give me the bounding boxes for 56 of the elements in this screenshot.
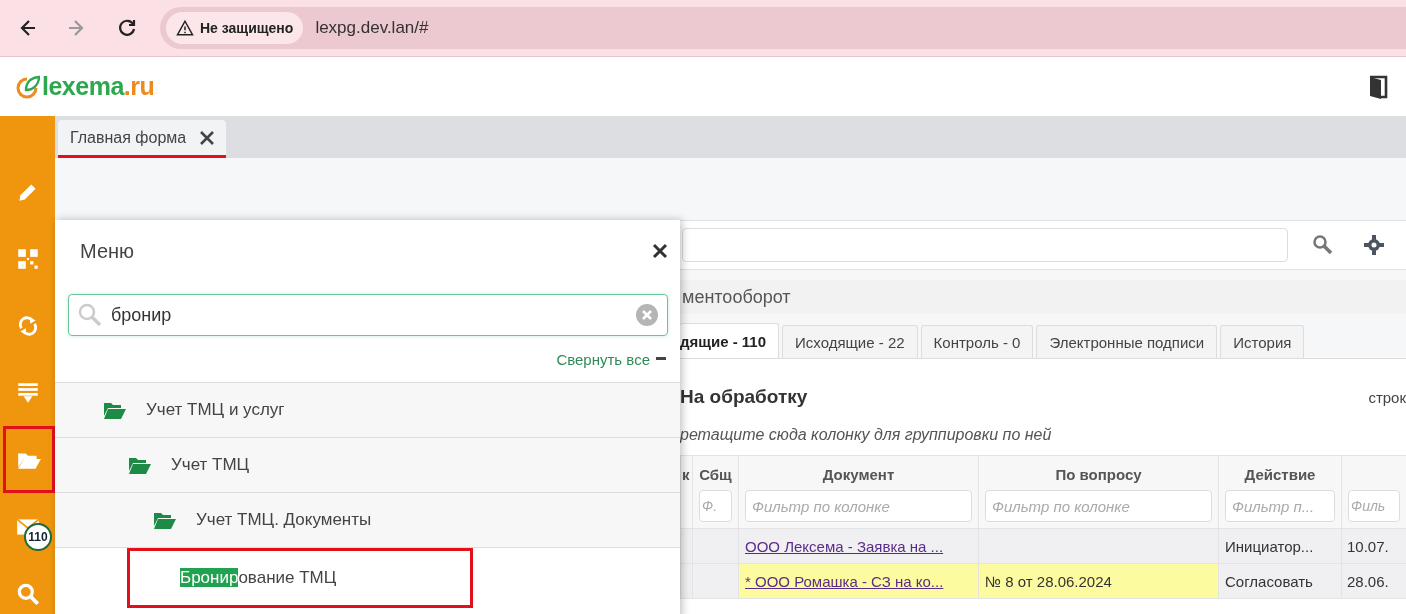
- search-field[interactable]: [682, 228, 1288, 262]
- group-hint: ретащите сюда колонку для группировки по ней: [680, 426, 1052, 444]
- logo-text: lexema.ru: [42, 72, 155, 101]
- close-icon[interactable]: [652, 243, 668, 259]
- folder-icon: [129, 456, 151, 474]
- breadcrumb: ментооборот: [682, 286, 791, 308]
- menu-folder-label: Учет ТМЦ: [171, 455, 250, 475]
- folder-icon: [154, 511, 176, 529]
- table-cell: № 8 от 28.06.2024: [985, 572, 1112, 590]
- tab[interactable]: Контроль - 0: [920, 325, 1034, 358]
- column-header[interactable]: Документ: [822, 466, 895, 483]
- menu-folder-label: Учет ТМЦ. Документы: [196, 510, 372, 530]
- tab[interactable]: Исходящие - 22: [782, 325, 918, 358]
- menu-search-field[interactable]: бронир: [68, 294, 668, 336]
- column-header[interactable]: Сбщ: [699, 466, 732, 483]
- column-header[interactable]: По вопросу: [1055, 466, 1142, 483]
- filter-field[interactable]: Фильтр п...: [1225, 490, 1335, 522]
- column-header[interactable]: к: [682, 466, 690, 483]
- collapse-all-link[interactable]: Свернуть все: [556, 350, 650, 368]
- menu-title: Меню: [80, 239, 135, 263]
- sidebar-item[interactable]: [3, 426, 55, 493]
- table-cell: 10.07.: [1347, 537, 1389, 555]
- close-icon[interactable]: [200, 130, 215, 145]
- security-label: Не защищено: [200, 20, 294, 36]
- search-icon[interactable]: [1312, 234, 1334, 256]
- filter-field[interactable]: Филь: [1348, 490, 1400, 522]
- filter-field[interactable]: Ф.: [699, 490, 732, 522]
- tab[interactable]: Электронные подписи: [1036, 325, 1218, 358]
- table-cell: Согласовать: [1225, 572, 1313, 590]
- folder-icon: [104, 401, 126, 419]
- table-cell: 28.06.: [1347, 572, 1389, 590]
- table-cell: Инициатор...: [1225, 537, 1314, 555]
- logo-icon: [14, 73, 40, 100]
- menu-folder-item[interactable]: Учет ТМЦ: [55, 438, 680, 493]
- filter-field[interactable]: Фильтр по колонке: [985, 490, 1212, 522]
- rows-label: строк: [1368, 388, 1406, 406]
- url-text: lexpg.dev.lan/#: [315, 18, 429, 38]
- tab[interactable]: дящие - 110: [680, 323, 780, 358]
- menu-folder-item[interactable]: Учет ТМЦ и услуг: [55, 383, 680, 438]
- column-header[interactable]: Действие: [1244, 466, 1316, 483]
- menu-folder-label: Учет ТМЦ и услуг: [146, 400, 285, 420]
- sidebar-item[interactable]: 110: [0, 493, 55, 560]
- count-badge: 110: [24, 523, 52, 551]
- menu-item[interactable]: Бронирование ТМЦ: [127, 548, 473, 608]
- tab-label: Главная форма: [70, 128, 187, 147]
- menu-folder-item[interactable]: Учет ТМЦ. Документы: [55, 493, 680, 548]
- address-bar[interactable]: Не защищено lexpg.dev.lan/#: [160, 7, 1406, 49]
- tab[interactable]: История: [1220, 325, 1305, 358]
- security-chip[interactable]: Не защищено: [166, 12, 304, 44]
- minus-icon[interactable]: [656, 357, 666, 361]
- panel-title: На обработку: [680, 386, 808, 408]
- settings-icon[interactable]: [1362, 233, 1386, 257]
- tab[interactable]: Главная форма: [58, 120, 227, 158]
- filter-field[interactable]: Фильтр по колонке: [745, 490, 972, 522]
- search-icon: [77, 302, 103, 328]
- warning-icon: [176, 19, 194, 37]
